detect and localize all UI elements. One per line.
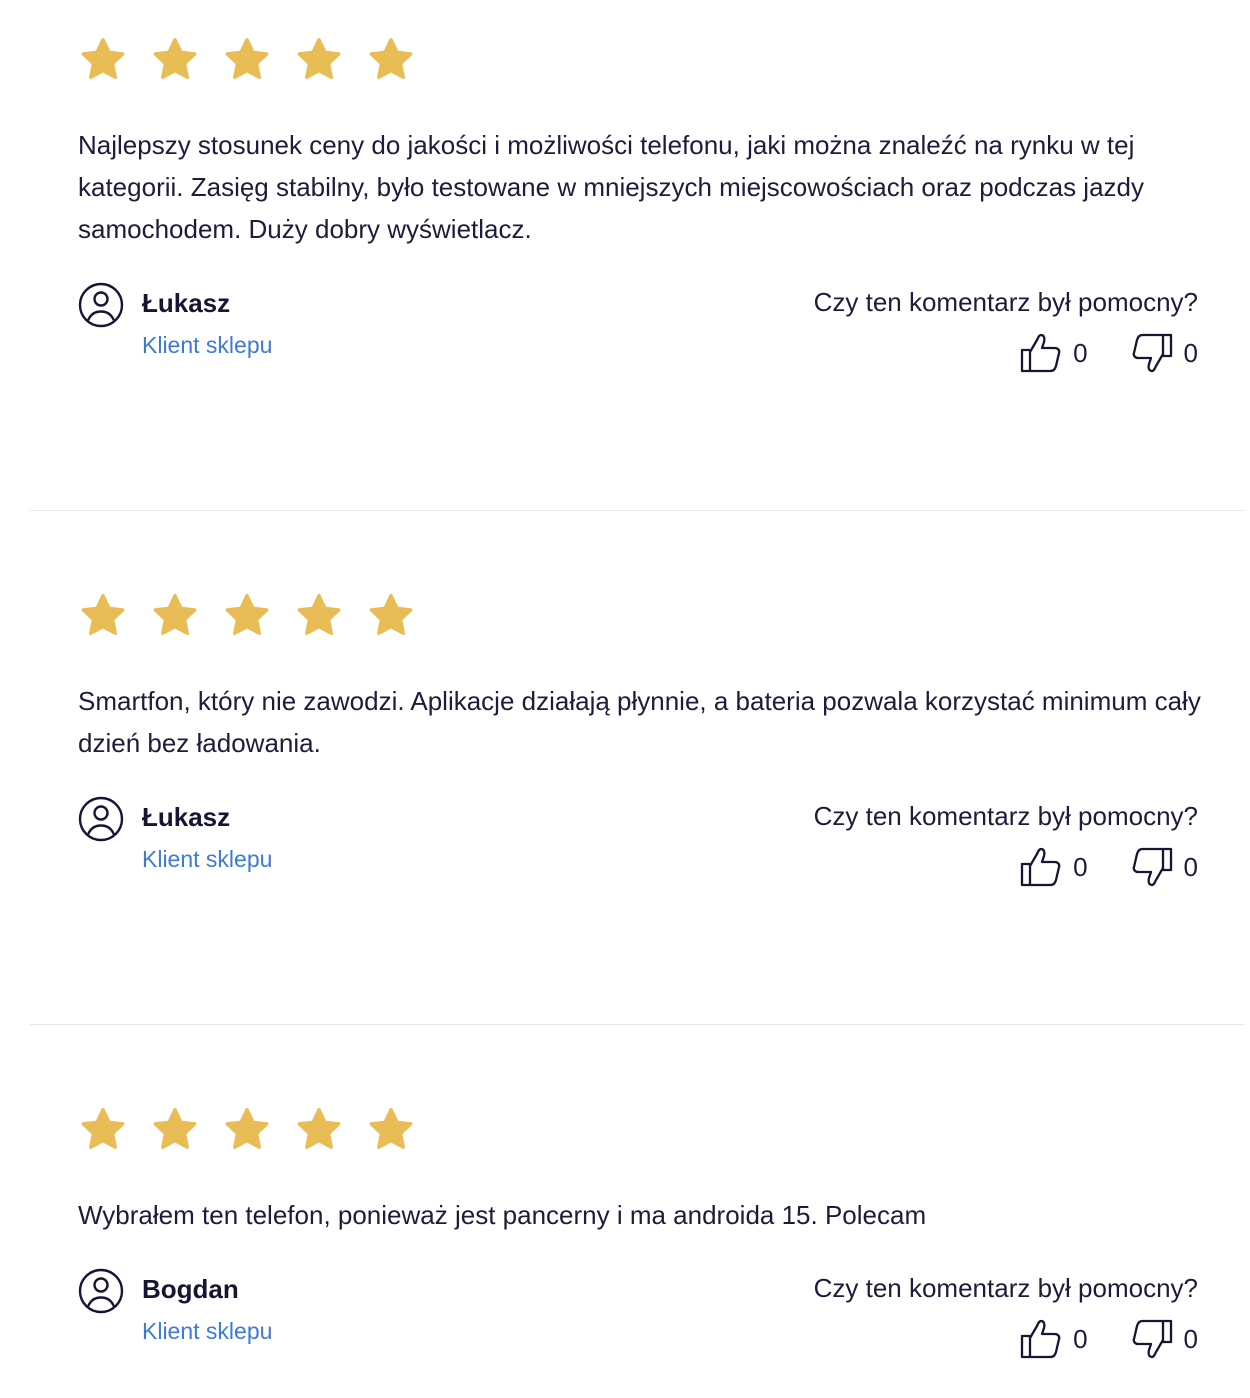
star-icon — [150, 35, 200, 85]
review-text: Najlepszy stosunek ceny do jakości i moż… — [78, 130, 1144, 244]
user-circle-icon — [78, 796, 124, 842]
star-icon — [150, 1105, 200, 1155]
dislike-button[interactable]: 0 — [1130, 845, 1198, 889]
dislike-button[interactable]: 0 — [1130, 331, 1198, 375]
user-circle-icon — [78, 1268, 124, 1314]
like-button[interactable]: 0 — [1019, 331, 1088, 375]
helpful-question: Czy ten komentarz był pomocny? — [813, 801, 1198, 831]
thumbs-up-icon — [1019, 845, 1063, 889]
author-name: Łukasz — [142, 802, 231, 832]
star-rating — [78, 1105, 416, 1155]
divider — [30, 510, 1245, 511]
star-icon — [294, 1105, 344, 1155]
review-author: Łukasz Klient sklepu — [78, 796, 272, 874]
author-name: Łukasz — [142, 288, 231, 318]
like-count: 0 — [1073, 337, 1088, 368]
review-author: Bogdan Klient sklepu — [78, 1268, 272, 1346]
star-icon — [294, 591, 344, 641]
star-icon — [78, 1105, 128, 1155]
vote-group: 0 0 — [1019, 1317, 1198, 1361]
thumbs-down-icon — [1130, 845, 1174, 889]
thumbs-down-icon — [1130, 1317, 1174, 1361]
vote-group: 0 0 — [1019, 845, 1198, 889]
star-icon — [222, 591, 272, 641]
star-icon — [222, 35, 272, 85]
dislike-button[interactable]: 0 — [1130, 1317, 1198, 1361]
star-icon — [366, 35, 416, 85]
star-rating — [78, 35, 416, 85]
star-icon — [78, 591, 128, 641]
dislike-count: 0 — [1183, 1323, 1198, 1354]
star-icon — [366, 1105, 416, 1155]
like-count: 0 — [1073, 851, 1088, 882]
author-role: Klient sklepu — [142, 332, 273, 358]
star-icon — [78, 35, 128, 85]
helpful-question: Czy ten komentarz był pomocny? — [813, 287, 1198, 317]
thumbs-up-icon — [1019, 1317, 1063, 1361]
star-icon — [294, 35, 344, 85]
star-icon — [366, 591, 416, 641]
vote-group: 0 0 — [1019, 331, 1198, 375]
dislike-count: 0 — [1183, 337, 1198, 368]
review-author: Łukasz Klient sklepu — [78, 282, 272, 360]
helpful-question: Czy ten komentarz był pomocny? — [813, 1273, 1198, 1303]
helpful-section: Czy ten komentarz był pomocny? 0 0 — [814, 287, 1198, 375]
author-role: Klient sklepu — [142, 846, 273, 872]
divider — [30, 1024, 1245, 1025]
like-count: 0 — [1073, 1323, 1088, 1354]
user-circle-icon — [78, 282, 124, 328]
review-text: Wybrałem ten telefon, ponieważ jest panc… — [78, 1200, 927, 1230]
star-icon — [150, 591, 200, 641]
review-text: Smartfon, który nie zawodzi. Aplikacje d… — [78, 686, 1201, 758]
thumbs-up-icon — [1019, 331, 1063, 375]
helpful-section: Czy ten komentarz był pomocny? 0 0 — [814, 801, 1198, 889]
author-name: Bogdan — [142, 1274, 239, 1304]
dislike-count: 0 — [1183, 851, 1198, 882]
like-button[interactable]: 0 — [1019, 845, 1088, 889]
like-button[interactable]: 0 — [1019, 1317, 1088, 1361]
author-role: Klient sklepu — [142, 1318, 273, 1344]
star-icon — [222, 1105, 272, 1155]
helpful-section: Czy ten komentarz był pomocny? 0 0 — [814, 1273, 1198, 1361]
thumbs-down-icon — [1130, 331, 1174, 375]
star-rating — [78, 591, 416, 641]
